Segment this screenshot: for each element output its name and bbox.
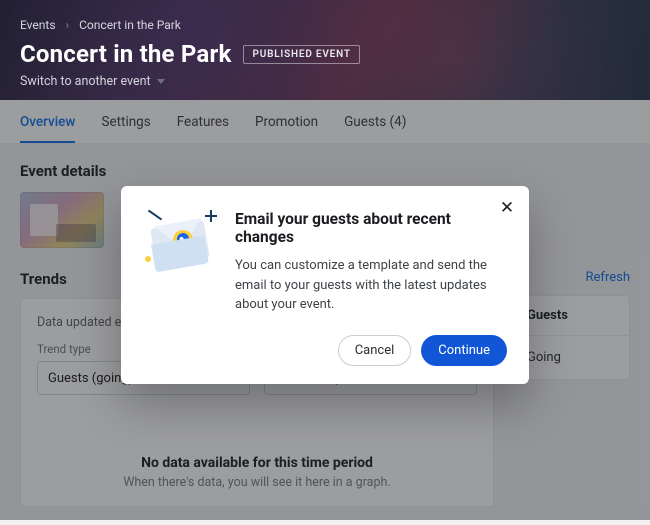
modal-title: Email your guests about recent changes [235,210,507,246]
close-icon[interactable]: ✕ [497,198,517,218]
breadcrumb: Events › Concert in the Park [20,18,630,32]
continue-button[interactable]: Continue [421,335,507,366]
email-guests-modal: ✕ Email your guests about recent changes… [121,186,529,384]
breadcrumb-root[interactable]: Events [20,18,56,32]
cancel-button[interactable]: Cancel [338,335,412,366]
chevron-right-icon: › [66,18,70,32]
chevron-down-icon [157,79,165,84]
status-badge: PUBLISHED EVENT [243,45,359,64]
modal-body: You can customize a template and send th… [235,256,507,315]
switch-event-dropdown[interactable]: Switch to another event [20,74,630,89]
breadcrumb-current: Concert in the Park [79,18,181,32]
switch-event-label: Switch to another event [20,74,151,89]
envelope-illustration [143,208,217,282]
page-title: Concert in the Park [20,40,231,68]
